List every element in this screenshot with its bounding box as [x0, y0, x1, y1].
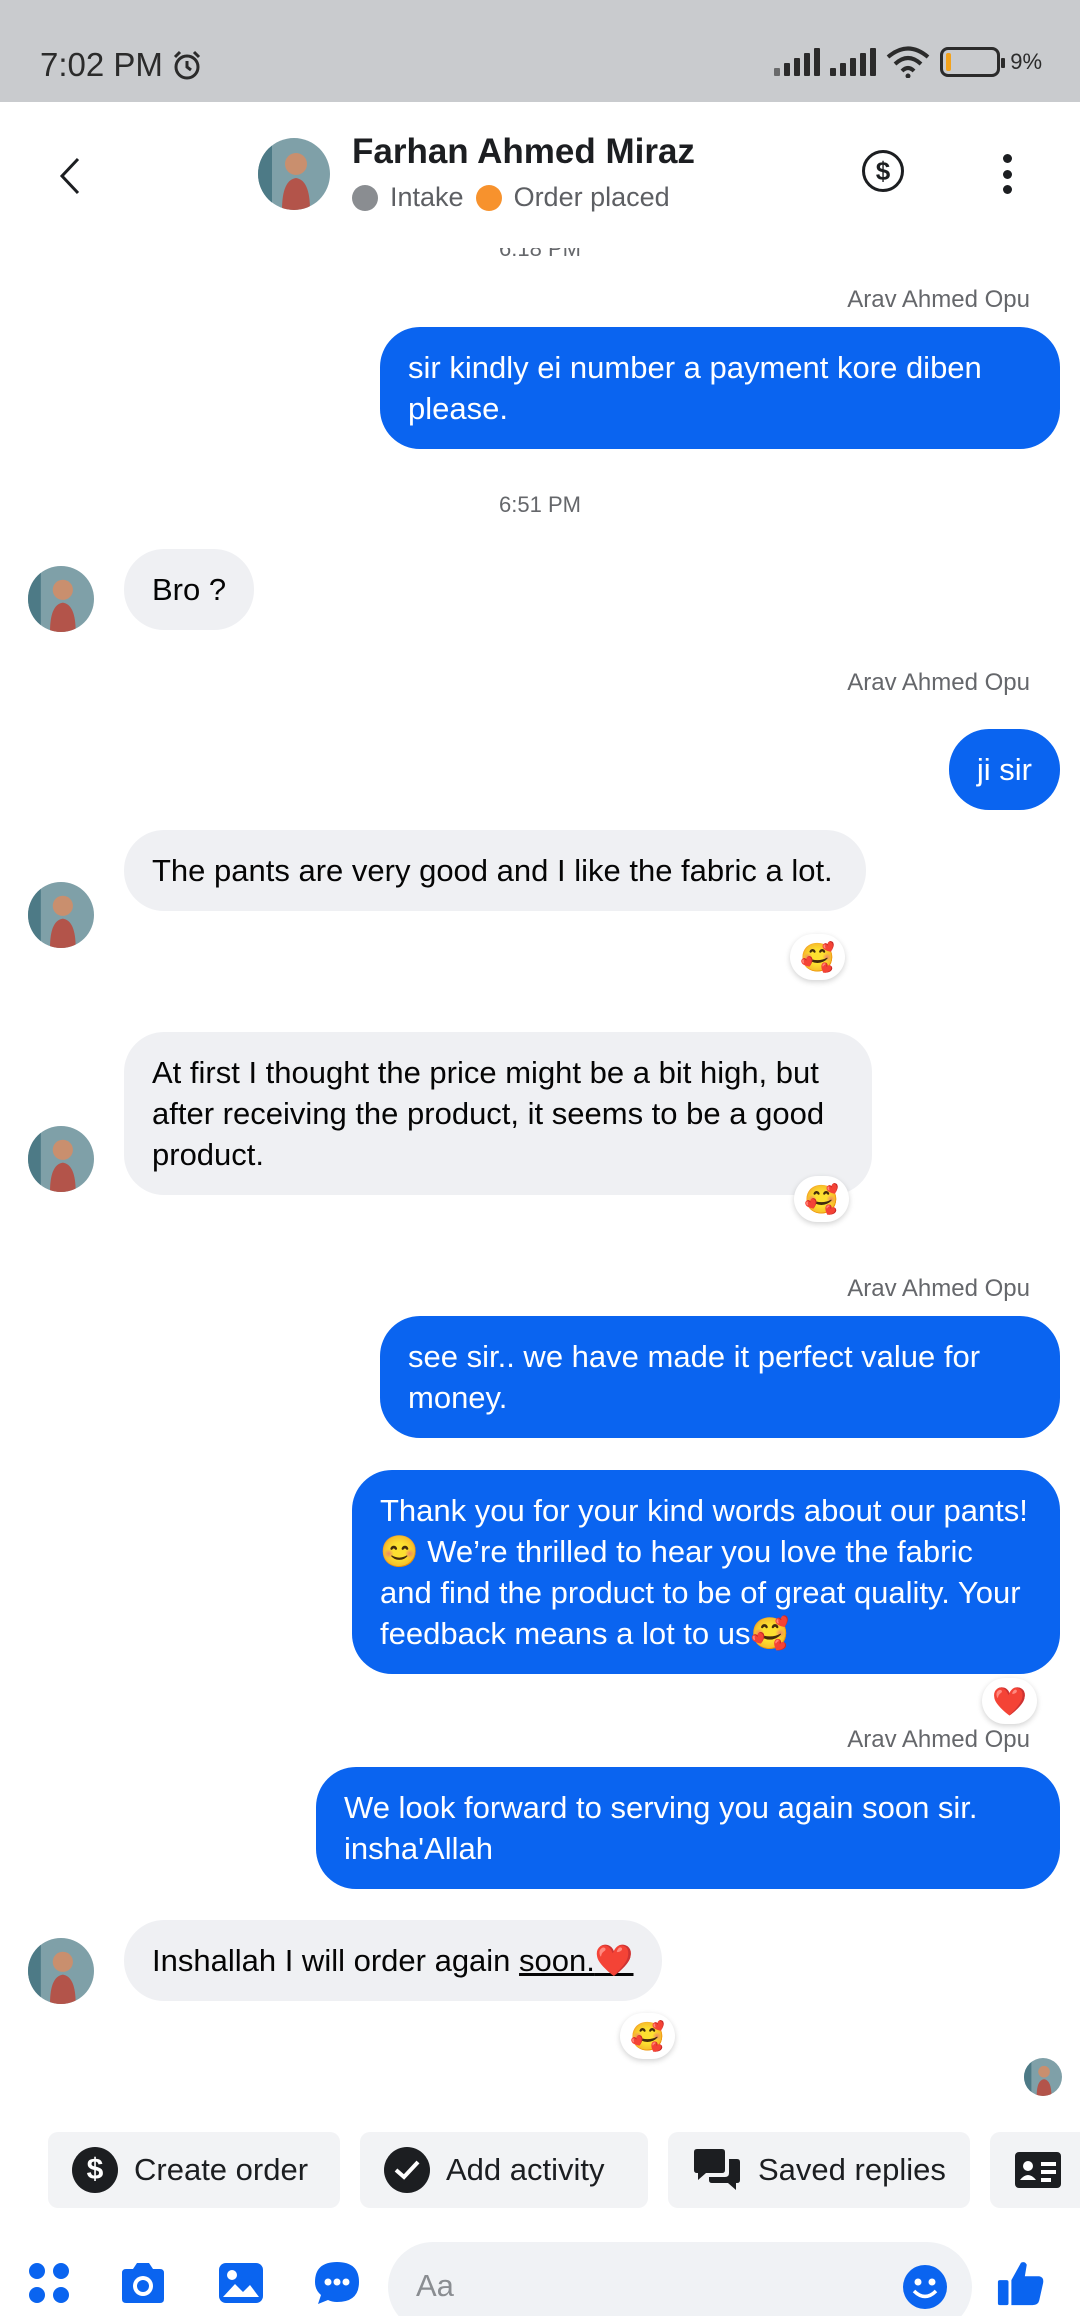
- message-bubble[interactable]: At first I thought the price might be a …: [124, 1032, 872, 1195]
- contact-avatar[interactable]: [28, 1938, 94, 2004]
- message-bubble[interactable]: The pants are very good and I like the f…: [124, 830, 866, 911]
- message-bubble[interactable]: We look forward to serving you again soo…: [316, 1767, 1060, 1889]
- gallery-button[interactable]: [216, 2258, 266, 2308]
- message-text: Inshallah I will order again: [152, 1943, 520, 1978]
- like-button[interactable]: [996, 2258, 1046, 2308]
- chat-bubbles-icon: [694, 2149, 740, 2190]
- label-dot-icon: [475, 184, 502, 211]
- timestamp: 6:18 PM: [499, 248, 581, 261]
- label-dot-icon: [352, 184, 378, 211]
- battery-icon: [940, 47, 1006, 77]
- sender-name: Arav Ahmed Opu: [847, 1275, 1030, 1302]
- grid-dots-icon: [29, 2263, 69, 2303]
- contact-name[interactable]: Farhan Ahmed Miraz: [352, 132, 695, 172]
- contact-avatar[interactable]: [28, 882, 94, 948]
- message-bubble[interactable]: ji sir: [948, 729, 1060, 810]
- dollar-circle-icon: $: [72, 2147, 118, 2193]
- link-word: soon.: [519, 1943, 595, 1978]
- battery-text: 9%: [1010, 49, 1042, 74]
- messenger-button[interactable]: [312, 2258, 362, 2308]
- signal-icon: [774, 48, 821, 76]
- contact-avatar[interactable]: [28, 1126, 94, 1192]
- camera-icon: [122, 2263, 164, 2303]
- seen-indicator-avatar: [1024, 2058, 1062, 2096]
- message-bubble[interactable]: Bro ?: [124, 549, 255, 630]
- create-order-button[interactable]: $ Create order: [48, 2132, 340, 2208]
- more-options-button[interactable]: [994, 154, 1020, 194]
- camera-button[interactable]: [118, 2258, 168, 2308]
- thumbs-up-icon: [997, 2262, 1044, 2306]
- message-link-text[interactable]: soon.❤️: [519, 1943, 633, 1978]
- label-intake: Intake: [390, 182, 464, 212]
- dot-icon: [1002, 185, 1012, 194]
- person-photo-icon: [28, 1938, 94, 2004]
- heart-emoji: ❤️: [594, 1943, 634, 1978]
- status-indicators: 9%: [774, 46, 1042, 78]
- contact-card-button[interactable]: [990, 2132, 1080, 2208]
- chat-header: Farhan Ahmed Miraz Intake Order placed $: [0, 102, 1080, 248]
- person-photo-icon: [28, 882, 94, 948]
- payment-button[interactable]: $: [862, 150, 904, 192]
- quick-actions-bar: $ Create order Add activity Saved replie…: [0, 2120, 1080, 2210]
- contact-card-icon: [1015, 2152, 1061, 2188]
- reaction-badge[interactable]: 🥰: [790, 934, 845, 980]
- emoji-icon[interactable]: [902, 2264, 948, 2310]
- add-activity-button[interactable]: Add activity: [360, 2132, 648, 2208]
- message-bubble[interactable]: sir kindly ei number a payment kore dibe…: [380, 327, 1060, 449]
- message-input-placeholder: Aa: [416, 2268, 454, 2303]
- back-button[interactable]: [48, 148, 92, 204]
- menu-grid-button[interactable]: [24, 2258, 74, 2308]
- chat-bubble-icon: [315, 2262, 359, 2304]
- sender-name: Arav Ahmed Opu: [847, 669, 1030, 696]
- message-bubble[interactable]: Thank you for your kind words about our …: [352, 1470, 1060, 1674]
- saved-replies-button[interactable]: Saved replies: [668, 2132, 970, 2208]
- checkmark-circle-icon: [384, 2147, 430, 2193]
- sender-name: Arav Ahmed Opu: [847, 1726, 1030, 1753]
- create-order-label: Create order: [134, 2152, 309, 2187]
- dollar-icon: $: [875, 155, 891, 186]
- reaction-badge[interactable]: 🥰: [794, 1176, 849, 1222]
- person-photo-icon: [28, 566, 94, 632]
- person-photo-icon: [28, 1126, 94, 1192]
- person-photo-icon: [1024, 2058, 1062, 2096]
- message-list[interactable]: 6:18 PM Arav Ahmed Opu sir kindly ei num…: [0, 248, 1080, 2106]
- add-activity-label: Add activity: [446, 2152, 605, 2187]
- reaction-badge[interactable]: ❤️: [982, 1678, 1037, 1724]
- dot-icon: [1002, 154, 1012, 163]
- alarm-icon: [173, 50, 200, 80]
- image-icon: [219, 2263, 263, 2303]
- label-order-placed: Order placed: [513, 182, 670, 212]
- signal-icon: [830, 48, 877, 76]
- timestamp: 6:51 PM: [499, 492, 581, 517]
- back-arrow-icon: [59, 157, 80, 195]
- message-bubble[interactable]: Inshallah I will order again soon.❤️: [124, 1920, 662, 2001]
- reaction-badge[interactable]: 🥰: [620, 2013, 675, 2059]
- person-photo-icon: [258, 138, 330, 210]
- contact-labels[interactable]: Intake Order placed: [352, 182, 670, 213]
- status-bar: 7:02 PM 9%: [0, 0, 1080, 102]
- message-bubble[interactable]: see sir.. we have made it perfect value …: [380, 1316, 1060, 1438]
- clock-text: 7:02 PM: [40, 46, 163, 83]
- message-input[interactable]: Aa: [388, 2242, 972, 2316]
- saved-replies-label: Saved replies: [758, 2152, 946, 2187]
- status-time: 7:02 PM: [40, 46, 203, 84]
- sender-name: Arav Ahmed Opu: [847, 286, 1030, 313]
- wifi-icon: [886, 46, 930, 78]
- contact-avatar[interactable]: [28, 566, 94, 632]
- message-composer: Aa: [0, 2230, 1080, 2316]
- contact-avatar[interactable]: [258, 138, 330, 210]
- dot-icon: [1002, 169, 1012, 179]
